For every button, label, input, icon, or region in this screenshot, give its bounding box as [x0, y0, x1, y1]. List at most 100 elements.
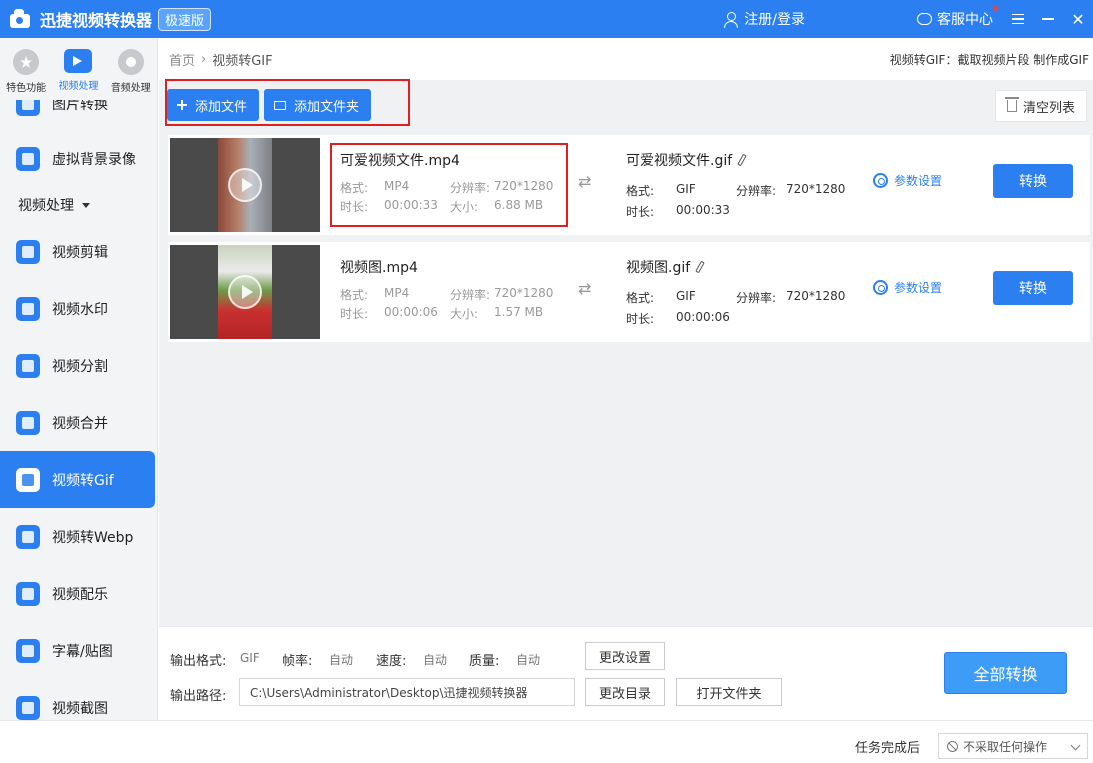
- breadcrumb-home[interactable]: 首页: [169, 50, 195, 69]
- convert-arrow-icon: ⇄: [578, 172, 592, 191]
- minimize-icon: [1042, 18, 1054, 20]
- sidebar-item-label: 视频配乐: [52, 586, 108, 603]
- sidebar-section-video[interactable]: 视频处理: [0, 187, 157, 223]
- ban-icon: [947, 740, 958, 752]
- gif-icon: [16, 467, 40, 492]
- music-icon: [16, 581, 40, 606]
- title-bar: 迅捷视频转换器 极速版 注册/登录 客服中心 ✕: [0, 0, 1093, 38]
- service-label: 客服中心: [937, 12, 993, 28]
- webp-icon: [16, 524, 40, 549]
- menu-icon: [1012, 14, 1024, 24]
- sidebar-item-video-to-gif[interactable]: 视频转Gif: [0, 451, 155, 508]
- change-directory-button[interactable]: 更改目录: [585, 678, 665, 706]
- format-label: 格式:: [626, 291, 655, 305]
- watermark-icon: [16, 296, 40, 321]
- output-duration: 00:00:33: [676, 203, 730, 217]
- tab-audio-processing[interactable]: 音频处理: [106, 49, 156, 100]
- caret-down-icon: [82, 202, 90, 208]
- sidebar-item-label: 视频截图: [52, 700, 108, 717]
- film-icon: [64, 49, 93, 73]
- login-button[interactable]: 注册/登录: [724, 9, 805, 29]
- sidebar-item-label: 字幕/贴图: [52, 643, 113, 660]
- gear-icon: [873, 173, 888, 188]
- play-icon[interactable]: [228, 275, 262, 309]
- tab-featured[interactable]: 特色功能: [1, 49, 51, 100]
- after-task-select[interactable]: 不采取任何操作: [938, 733, 1088, 759]
- convert-button[interactable]: 转换: [993, 271, 1073, 305]
- sidebar-item-video-screenshot[interactable]: 视频截图: [0, 679, 157, 720]
- output-duration: 00:00:06: [676, 310, 730, 324]
- output-format-value: GIF: [240, 651, 260, 665]
- resolution-label: 分辨率:: [450, 288, 491, 302]
- sidebar-item-label: 视频分割: [52, 358, 108, 375]
- sidebar-item-label: 虚拟背景录像: [52, 151, 136, 168]
- customer-service-button[interactable]: 客服中心: [917, 6, 998, 29]
- close-icon: ✕: [1071, 9, 1085, 29]
- params-label: 参数设置: [894, 281, 943, 295]
- source-size: 1.57 MB: [494, 305, 544, 319]
- size-label: 大小:: [450, 307, 479, 321]
- convert-arrow-icon: ⇄: [578, 279, 592, 298]
- output-resolution: 720*1280: [786, 182, 846, 196]
- speed-label: 速度:: [376, 654, 407, 669]
- resolution-label: 分辨率:: [736, 291, 777, 305]
- sidebar-item-virtual-background[interactable]: 虚拟背景录像: [0, 130, 157, 187]
- clear-list-button[interactable]: 清空列表: [995, 90, 1087, 122]
- minimize-button[interactable]: [1033, 0, 1063, 38]
- sidebar-item-subtitle-sticker[interactable]: 字幕/贴图: [0, 622, 157, 679]
- disc-icon: [117, 49, 144, 75]
- page-description: 视频转GIF：截取视频片段 制作成GIF: [889, 52, 1089, 67]
- highlight-box: [330, 143, 568, 227]
- app-logo-icon: [8, 8, 34, 30]
- params-label: 参数设置: [894, 174, 943, 188]
- sidebar-item-video-music[interactable]: 视频配乐: [0, 565, 157, 622]
- source-resolution: 720*1280: [494, 286, 554, 300]
- user-icon: [724, 11, 739, 28]
- pencil-icon[interactable]: [737, 153, 747, 167]
- tab-audio-processing-label: 音频处理: [110, 83, 151, 94]
- source-format: MP4: [384, 286, 410, 300]
- output-file-name-text: 可爱视频文件.gif: [626, 153, 733, 169]
- video-thumbnail[interactable]: [170, 245, 320, 339]
- open-folder-button[interactable]: 打开文件夹: [676, 678, 782, 706]
- tab-video-processing-label: 视频处理: [58, 81, 99, 92]
- speed-value: 自动: [423, 653, 448, 667]
- sidebar-item-video-merge[interactable]: 视频合并: [0, 394, 157, 451]
- virtual-background-icon: [16, 146, 40, 171]
- pencil-icon[interactable]: [695, 260, 705, 274]
- video-cut-icon: [16, 239, 40, 264]
- params-settings-link[interactable]: 参数设置: [873, 279, 942, 296]
- chevron-down-icon: [1070, 740, 1081, 751]
- sidebar-item-video-split[interactable]: 视频分割: [0, 337, 157, 394]
- convert-all-button[interactable]: 全部转换: [944, 652, 1067, 694]
- login-label: 注册/登录: [744, 12, 805, 28]
- change-settings-button[interactable]: 更改设置: [585, 642, 665, 670]
- sidebar: 特色功能 视频处理 音频处理 图片转换 虚拟背景录像 视频处理 视频剪辑 视频水…: [0, 38, 158, 720]
- output-path-field[interactable]: C:\Users\Administrator\Desktop\迅捷视频转换器: [239, 678, 575, 706]
- format-label: 格式:: [626, 184, 655, 198]
- sidebar-item-label: 视频转Gif: [52, 472, 114, 489]
- format-label: 格式:: [340, 288, 369, 302]
- convert-button[interactable]: 转换: [993, 164, 1073, 198]
- play-icon[interactable]: [228, 168, 262, 202]
- category-tabs: 特色功能 视频处理 音频处理: [0, 38, 157, 100]
- video-thumbnail[interactable]: [170, 138, 320, 232]
- params-settings-link[interactable]: 参数设置: [873, 172, 942, 189]
- output-file-name[interactable]: 可爱视频文件.gif: [626, 150, 747, 170]
- sidebar-item-video-to-webp[interactable]: 视频转Webp: [0, 508, 157, 565]
- menu-button[interactable]: [1003, 0, 1033, 38]
- after-task-label: 任务完成后: [855, 741, 921, 756]
- sidebar-item-label: 视频剪辑: [52, 244, 108, 261]
- close-button[interactable]: ✕: [1063, 0, 1093, 38]
- sidebar-item-watermark[interactable]: 视频水印: [0, 280, 157, 337]
- sidebar-item-video-cut[interactable]: 视频剪辑: [0, 223, 157, 280]
- clear-list-label: 清空列表: [1022, 100, 1075, 116]
- main-panel: 首页 › 视频转GIF 视频转GIF：截取视频片段 制作成GIF 添加文件 添加…: [159, 38, 1093, 720]
- chat-icon: [917, 13, 932, 25]
- quality-value: 自动: [516, 653, 541, 667]
- tab-video-processing[interactable]: 视频处理: [53, 49, 103, 100]
- output-file-name[interactable]: 视频图.gif: [626, 257, 705, 277]
- toolbar: 添加文件 添加文件夹 清空列表: [159, 79, 1093, 130]
- duration-label: 时长:: [626, 312, 655, 326]
- duration-label: 时长:: [626, 205, 655, 219]
